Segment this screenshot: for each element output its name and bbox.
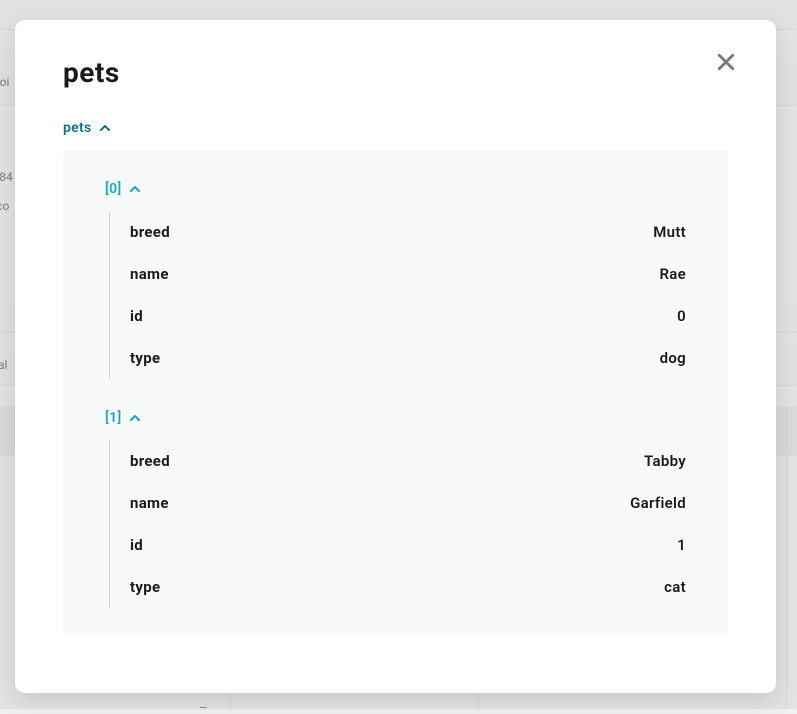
kv-key: breed bbox=[130, 452, 170, 470]
root-toggle-label: pets bbox=[63, 120, 92, 136]
kv-key: name bbox=[130, 265, 169, 283]
kv-key: name bbox=[130, 494, 169, 512]
chevron-up-icon bbox=[130, 413, 140, 423]
item-index-label: [0] bbox=[105, 181, 122, 197]
kv-value: dog bbox=[660, 349, 686, 367]
kv-row: name Rae bbox=[130, 253, 686, 295]
chevron-up-icon bbox=[130, 184, 140, 194]
kv-value: 0 bbox=[677, 307, 686, 325]
modal-title: pets bbox=[63, 56, 728, 89]
array-item-1: [1] breed Tabby name Garfield id bbox=[105, 407, 686, 608]
kv-value: 1 bbox=[677, 536, 686, 554]
kv-row: type dog bbox=[130, 337, 686, 379]
item-details: breed Tabby name Garfield id 1 type cat bbox=[109, 440, 686, 608]
item-index-label: [1] bbox=[105, 410, 122, 426]
root-toggle[interactable]: pets bbox=[63, 120, 110, 136]
kv-row: type cat bbox=[130, 566, 686, 608]
kv-row: id 0 bbox=[130, 295, 686, 337]
kv-value: Tabby bbox=[644, 452, 686, 470]
item-details: breed Mutt name Rae id 0 type dog bbox=[109, 211, 686, 379]
close-icon bbox=[717, 53, 735, 75]
kv-key: id bbox=[130, 307, 143, 325]
kv-key: type bbox=[130, 578, 160, 596]
kv-value: Mutt bbox=[653, 223, 686, 241]
item-toggle-1[interactable]: [1] bbox=[105, 410, 140, 426]
chevron-up-icon bbox=[100, 123, 110, 133]
items-container: [0] breed Mutt name Rae id 0 bbox=[63, 150, 728, 636]
array-item-0: [0] breed Mutt name Rae id 0 bbox=[105, 178, 686, 379]
close-button[interactable] bbox=[712, 50, 740, 78]
pets-modal: pets pets [0] breed Mutt bbox=[15, 20, 776, 693]
kv-key: type bbox=[130, 349, 160, 367]
kv-value: Garfield bbox=[630, 494, 686, 512]
item-toggle-0[interactable]: [0] bbox=[105, 181, 140, 197]
kv-key: id bbox=[130, 536, 143, 554]
kv-row: breed Mutt bbox=[130, 211, 686, 253]
kv-row: id 1 bbox=[130, 524, 686, 566]
kv-value: Rae bbox=[659, 265, 686, 283]
kv-row: name Garfield bbox=[130, 482, 686, 524]
kv-value: cat bbox=[664, 578, 686, 596]
kv-row: breed Tabby bbox=[130, 440, 686, 482]
kv-key: breed bbox=[130, 223, 170, 241]
